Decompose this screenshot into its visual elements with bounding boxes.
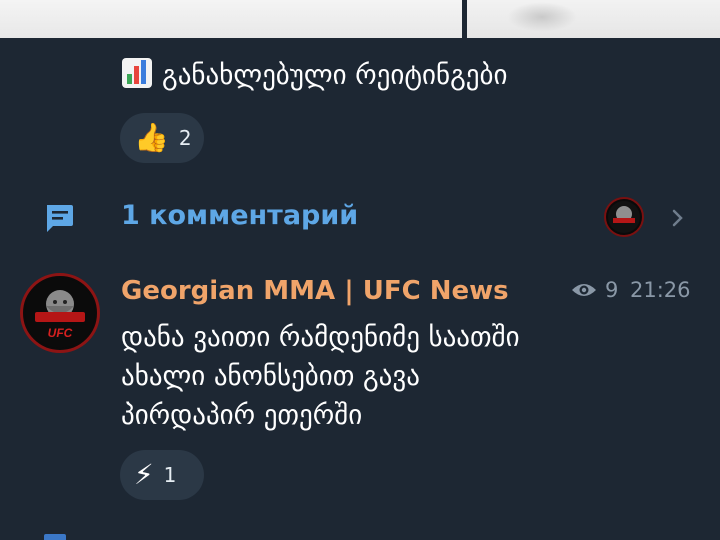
wolf-logo-icon bbox=[608, 201, 640, 233]
lightning-icon: ⚡ bbox=[134, 458, 154, 491]
media-image-right[interactable] bbox=[467, 0, 720, 38]
commenter-avatar bbox=[604, 197, 644, 237]
media-blur bbox=[507, 2, 577, 32]
chevron-right-icon bbox=[672, 209, 683, 227]
views-counter: 9 bbox=[571, 278, 618, 302]
media-image-left[interactable] bbox=[0, 0, 462, 38]
channel-avatar[interactable]: UFC bbox=[20, 273, 100, 353]
previous-post-media[interactable] bbox=[0, 0, 720, 38]
comment-icon bbox=[47, 205, 73, 232]
message-line: ახალი ანონსებით გავა bbox=[121, 361, 420, 392]
post-text: განახლებული რეიტინგები bbox=[122, 58, 507, 94]
message-line: დანა ვაითი რამდენიმე საათში bbox=[121, 322, 520, 353]
reaction-lightning[interactable]: ⚡ 1 bbox=[120, 450, 204, 500]
views-count: 9 bbox=[605, 278, 619, 302]
reaction-count: 1 bbox=[163, 463, 177, 487]
comments-button[interactable]: 1 комментарий bbox=[0, 190, 720, 246]
message-line: პირდაპირ ეთერში bbox=[121, 400, 363, 431]
wolf-logo-icon: UFC bbox=[25, 278, 95, 348]
thumbs-up-icon: 👍 bbox=[134, 121, 169, 154]
eye-icon bbox=[572, 284, 596, 296]
post-title: განახლებული რეიტინგები bbox=[162, 60, 508, 91]
avatar-ufc-text: UFC bbox=[48, 326, 73, 340]
channel-name[interactable]: Georgian MMA | UFC News bbox=[121, 276, 509, 306]
reaction-thumbs-up[interactable]: 👍 2 bbox=[120, 113, 204, 163]
chart-increasing-icon bbox=[122, 58, 152, 88]
comment-count-label: 1 комментарий bbox=[121, 200, 359, 231]
reaction-count: 2 bbox=[178, 126, 192, 150]
next-comment-icon-edge bbox=[44, 534, 66, 540]
message-time: 21:26 bbox=[630, 278, 691, 302]
message-text: დანა ვაითი რამდენიმე საათში ახალი ანონსე… bbox=[121, 318, 681, 435]
